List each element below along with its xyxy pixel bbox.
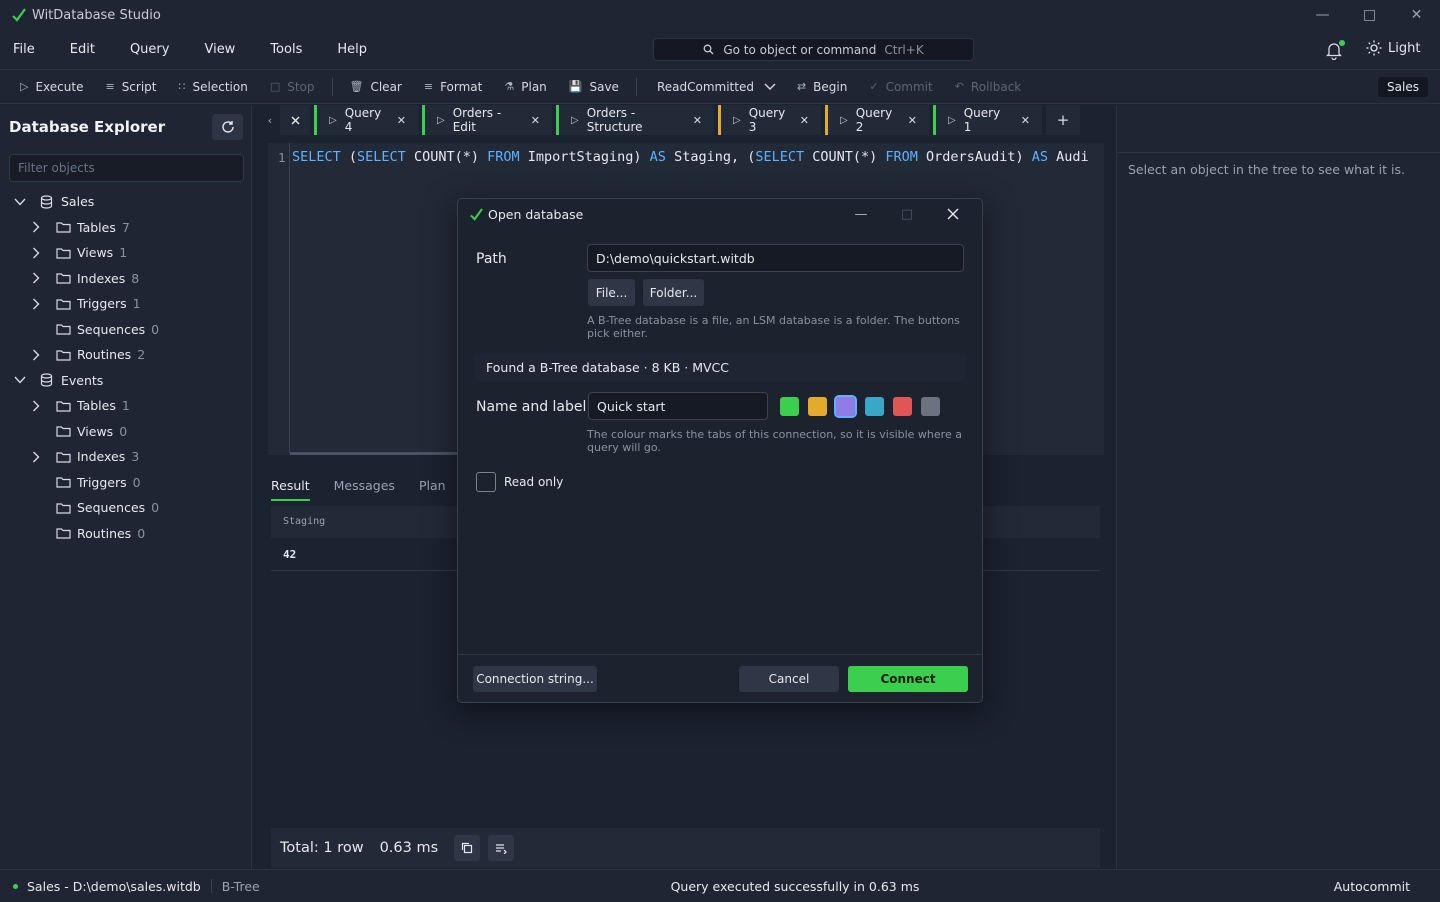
color-swatch[interactable] [865, 397, 884, 416]
color-help-text: The colour marks the tabs of this connec… [587, 428, 962, 454]
dialog-maximize-icon: □ [900, 206, 914, 222]
app-window: WitDatabase Studio — □ ✕ File Edit Query… [0, 0, 1440, 902]
read-only-checkbox[interactable] [476, 472, 496, 492]
app-logo-icon [468, 206, 484, 222]
open-database-dialog: Open database — □ Path File... Folder...… [457, 198, 983, 703]
color-swatch[interactable] [808, 397, 827, 416]
dialog-title: Open database [488, 206, 584, 222]
dialog-minimize-icon[interactable]: — [838, 199, 884, 229]
path-label: Path [476, 251, 507, 267]
read-only-label[interactable]: Read only [504, 475, 563, 489]
database-detection-info: Found a B-Tree database · 8 KB · MVCC [475, 353, 965, 381]
connection-name-input[interactable] [588, 392, 768, 420]
color-swatch[interactable] [780, 397, 799, 416]
connection-string-button[interactable]: Connection string... [473, 666, 597, 692]
path-help-text: A B-Tree database is a file, an LSM data… [587, 314, 960, 340]
color-swatch[interactable] [893, 397, 912, 416]
dialog-close-icon[interactable] [930, 199, 976, 229]
cancel-button[interactable]: Cancel [739, 666, 839, 692]
file-button[interactable]: File... [588, 279, 635, 306]
name-label: Name and label [476, 399, 587, 415]
color-swatch[interactable] [921, 397, 940, 416]
path-input[interactable] [587, 244, 964, 272]
connect-button[interactable]: Connect [848, 666, 968, 692]
dialog-title-bar: Open database — □ [458, 199, 982, 229]
folder-button[interactable]: Folder... [643, 279, 704, 306]
color-swatch[interactable] [834, 395, 857, 418]
dialog-footer: Connection string... Cancel Connect [458, 654, 982, 702]
